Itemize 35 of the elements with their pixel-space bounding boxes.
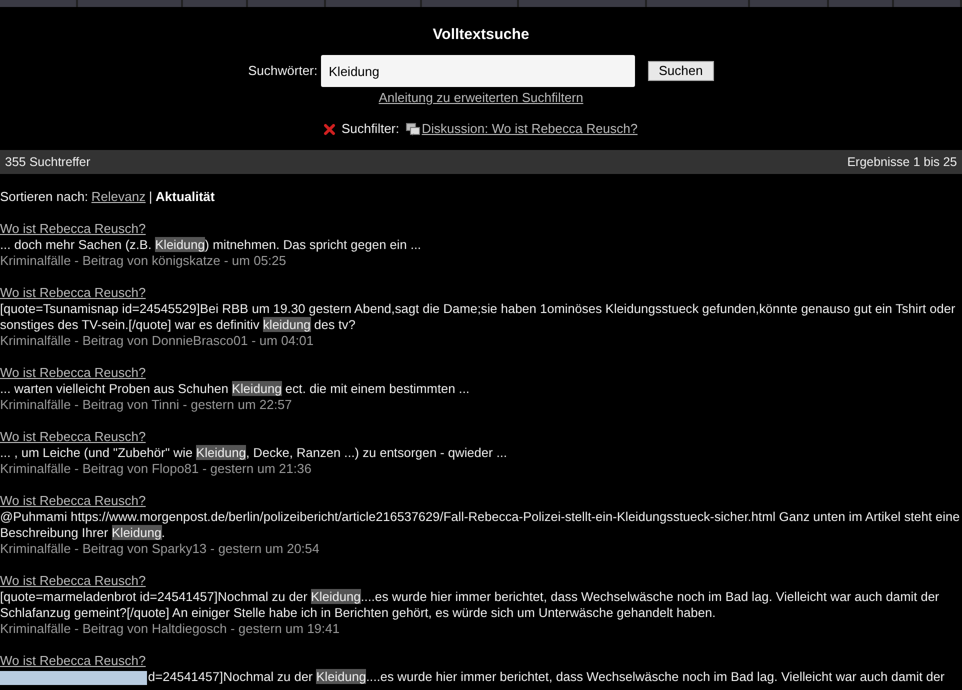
result-snippet: @Puhmami https://www.morgenpost.de/berlin/polizeibericht/article216537629/Fall-Rebecca-Polizei-stellt-ein-Kleidungsstueck-sicher.html Ganz unten im Artikel steht eine Beschreibung Ihrer Kleidung.	[0, 509, 961, 542]
sort-separator: |	[148, 189, 152, 206]
result-title-link[interactable]: Wo ist Rebecca Reusch?	[0, 365, 146, 380]
result-meta: Kriminalfälle - Beitrag von Flopo81 - gestern um 21:36	[0, 461, 312, 478]
sort-option[interactable]: Relevanz	[91, 189, 146, 206]
result-meta: Kriminalfälle - Beitrag von Haltdiegosch - gestern um 19:41	[0, 621, 341, 638]
sort-label: Sortieren nach:	[0, 189, 88, 206]
result-title-link[interactable]: Wo ist Rebecca Reusch?	[0, 221, 146, 236]
search-label: Suchwörter:	[248, 63, 318, 79]
result-snippet: [quote=marmeladenbrot id=24541457]Nochmal zu der Kleidung....es wurde hier immer berichtet, dass Wechselwäsche noch im Bad lag. Vielleicht war auch damit der Schlafanzug gemeint?[/quote] An einiger Stelle habe ich in Berichten gehört, es würde sich um Unterwäsche gehandelt haben.	[0, 589, 940, 622]
remove-filter-icon[interactable]	[324, 124, 336, 135]
filter-label: Suchfilter:	[341, 121, 400, 138]
result-title-link[interactable]: Wo ist Rebecca Reusch?	[0, 429, 146, 444]
page-title: Volltextsuche	[432, 27, 530, 43]
result-snippet: [quote=Tsunamisnap id=24545529]Bei RBB um 19.30 gestern Abend,sagt die Dame;sie haben 1ominöses Kleidungsstueck gefunden,könnte genauso gut ein Tshirt oder sonstiges des TV-sein.[/quote] war es definitiv kleidung des tv?	[0, 301, 956, 334]
sort-option[interactable]: Aktualität	[156, 189, 215, 206]
result-meta: Kriminalfälle - Beitrag von königskatze - um 05:25	[0, 253, 288, 270]
result-snippet: ... doch mehr Sachen (z.B. Kleidung) mitnehmen. Das spricht gegen ein ...	[0, 237, 422, 254]
result-title-link[interactable]: Wo ist Rebecca Reusch?	[0, 573, 146, 588]
help-link[interactable]: Anleitung zu erweiterten Suchfiltern	[378, 90, 584, 106]
result-meta: Kriminalfälle - Beitrag von Tinni - gestern um 22:57	[0, 397, 293, 414]
search-button[interactable]: Suchen	[648, 61, 714, 81]
result-meta: Kriminalfälle - Beitrag von Sparky13 - gestern um 20:54	[0, 541, 320, 558]
search-field[interactable]: Kleidung	[320, 55, 635, 87]
result-title-link[interactable]: Wo ist Rebecca Reusch?	[0, 653, 146, 668]
filter-link[interactable]: Diskussion: Wo ist Rebecca Reusch?	[422, 121, 638, 138]
discussion-icon	[406, 122, 420, 136]
result-snippet: ... warten vielleicht Proben aus Schuhen Kleidung ect. die mit einem bestimmten ...	[0, 381, 470, 398]
result-snippet: ... , um Leiche (und "Zubehör" wie Kleidung, Decke, Ranzen ...) zu entsorgen - qwieder ...	[0, 445, 508, 462]
result-range: Ergebnisse 1 bis 25	[847, 154, 957, 170]
result-title-link[interactable]: Wo ist Rebecca Reusch?	[0, 285, 146, 300]
result-snippet: d=24541457]Nochmal zu der Kleidung....es wurde hier immer berichtet, dass Wechselwäsche noch im Bad lag. Vielleicht war auch damit der	[148, 669, 945, 686]
result-count: 355 Suchtreffer	[5, 154, 90, 170]
result-meta: Kriminalfälle - Beitrag von DonnieBrasco01 - um 04:01	[0, 333, 315, 350]
result-title-link[interactable]: Wo ist Rebecca Reusch?	[0, 493, 146, 508]
